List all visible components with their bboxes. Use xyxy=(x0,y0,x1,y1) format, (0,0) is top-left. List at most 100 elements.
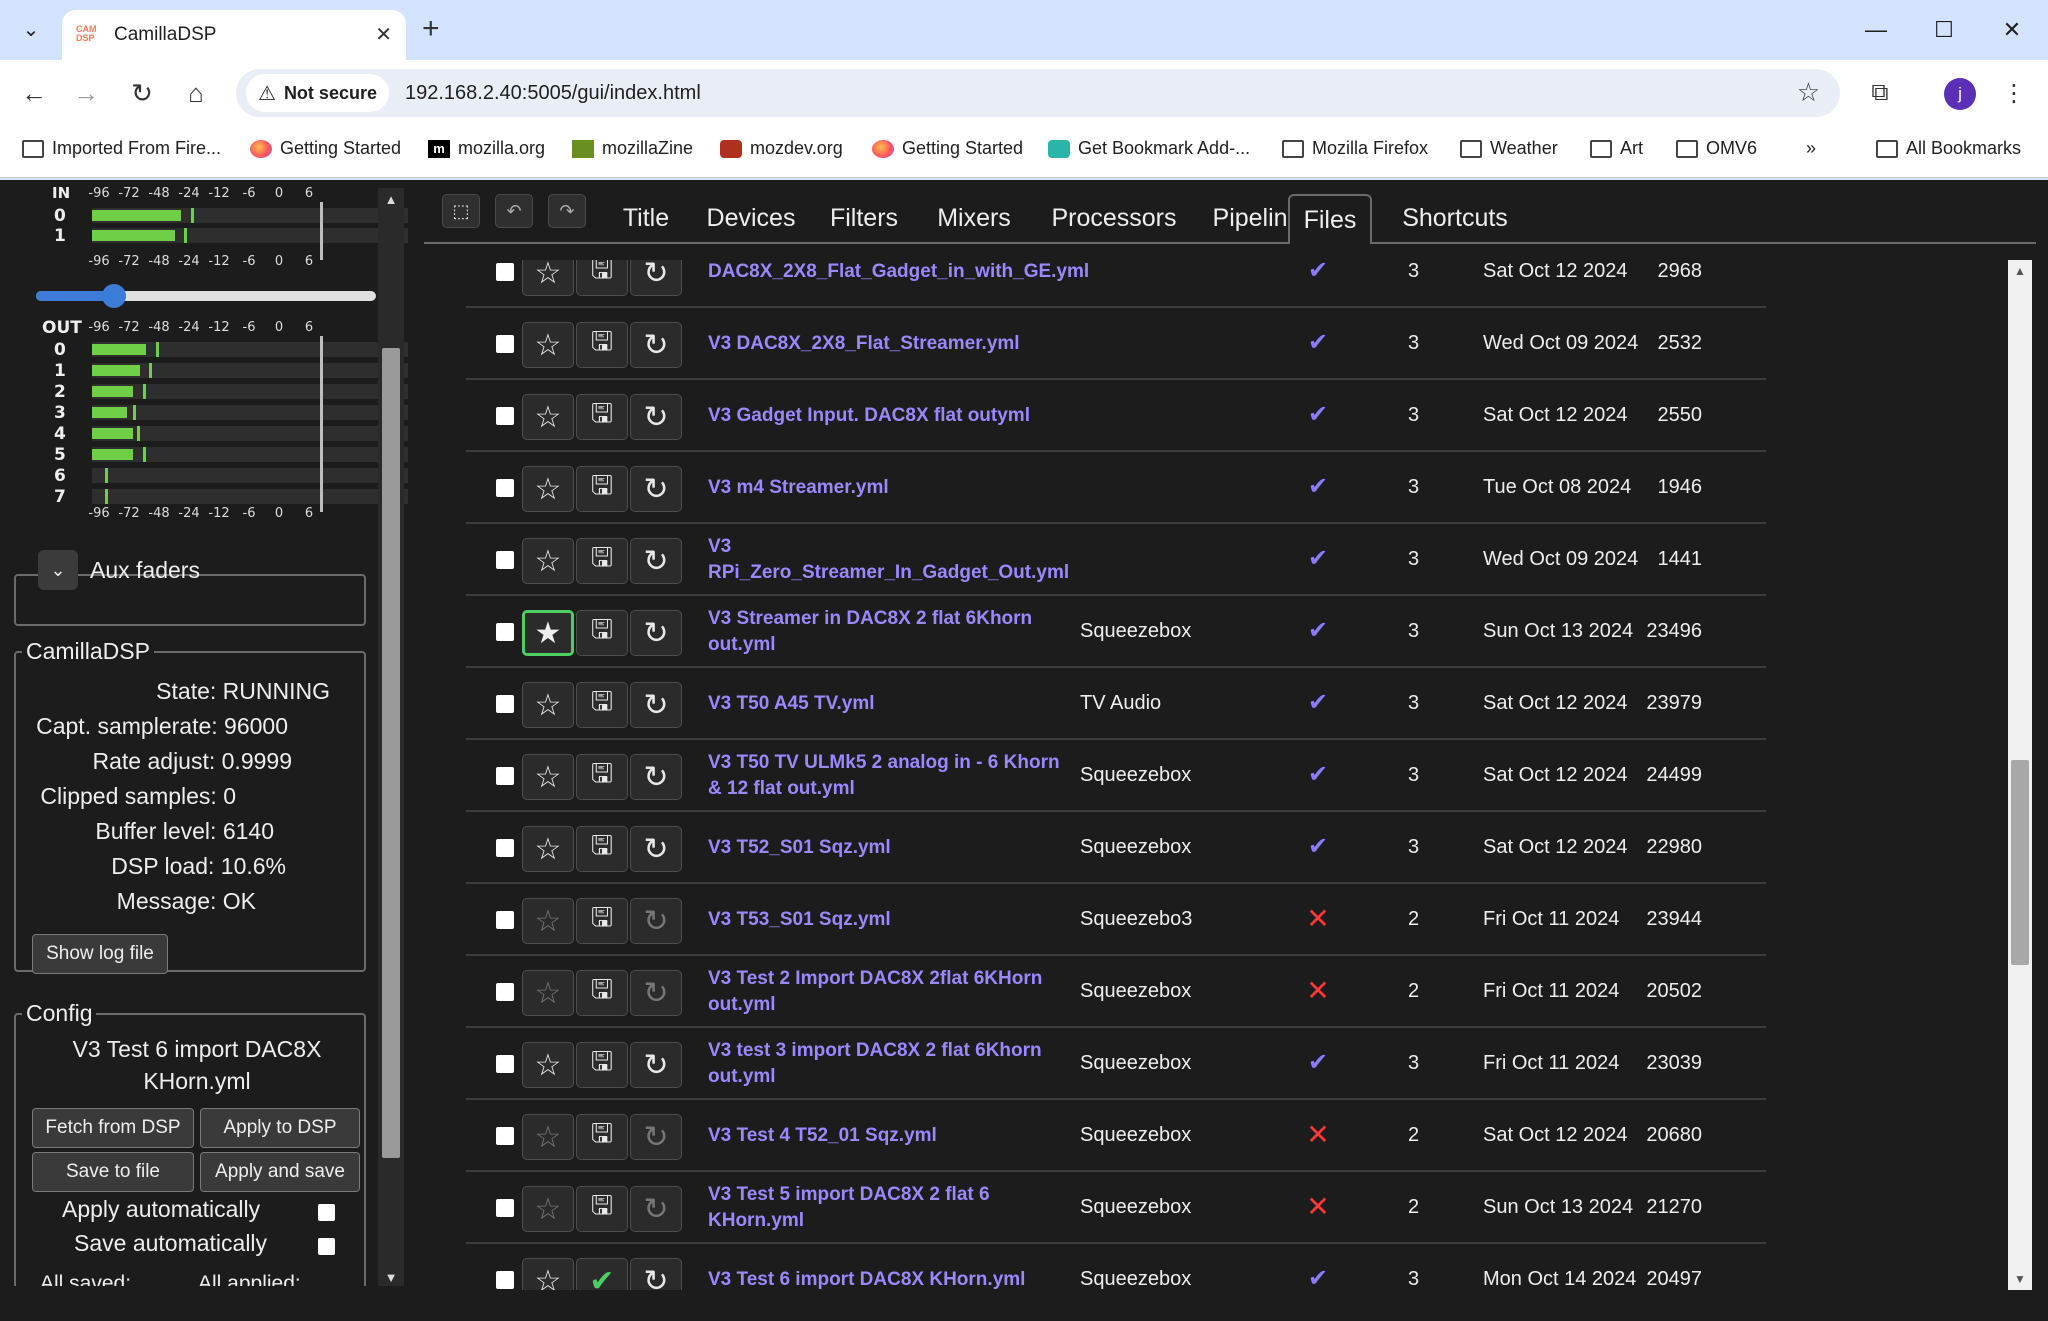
reload-button[interactable]: ↻ xyxy=(122,73,162,113)
address-bar[interactable]: ⚠ Not secure 192.168.2.40:5005/gui/index… xyxy=(236,69,1840,117)
scroll-down-icon[interactable]: ▼ xyxy=(2008,1272,2032,1286)
back-button[interactable]: ← xyxy=(14,73,54,113)
file-select-checkbox[interactable] xyxy=(496,767,514,785)
star-icon[interactable]: ☆ xyxy=(522,826,574,872)
file-name-link[interactable]: V3 Gadget Input. DAC8X flat outyml xyxy=(708,380,1078,452)
scroll-up-icon[interactable]: ▲ xyxy=(378,192,404,207)
bookmark-item[interactable]: Get Bookmark Add-... xyxy=(1048,138,1250,159)
kebab-menu-icon[interactable]: ⋮ xyxy=(1994,73,2034,113)
reload-icon[interactable]: ↻ xyxy=(630,826,682,872)
home-button[interactable]: ⌂ xyxy=(176,73,216,113)
star-icon[interactable]: ★ xyxy=(522,610,574,656)
star-icon[interactable]: ☆ xyxy=(522,754,574,800)
save-icon[interactable]: 🖫 xyxy=(576,1042,628,1088)
save-to-file-button[interactable]: Save to file xyxy=(32,1152,194,1192)
save-icon[interactable]: 🖫 xyxy=(576,754,628,800)
reload-icon[interactable]: ↻ xyxy=(630,322,682,368)
apply-and-save-button[interactable]: Apply and save xyxy=(200,1152,360,1192)
sidebar-scrollbar[interactable]: ▲ ▼ xyxy=(378,188,404,1286)
sidebar-scrollbar-thumb[interactable] xyxy=(382,348,400,1158)
apply-to-dsp-button[interactable]: Apply to DSP xyxy=(200,1108,360,1148)
apply-automatically-checkbox[interactable] xyxy=(318,1204,335,1221)
file-select-checkbox[interactable] xyxy=(496,1055,514,1073)
save-icon[interactable]: 🖫 xyxy=(576,394,628,440)
file-select-checkbox[interactable] xyxy=(496,1127,514,1145)
checkmark-icon[interactable]: ✔ xyxy=(576,1258,628,1290)
file-list-scrollbar-thumb[interactable] xyxy=(2011,760,2029,965)
select-mode-icon[interactable]: ⬚ xyxy=(442,194,480,228)
file-select-checkbox[interactable] xyxy=(496,407,514,425)
star-icon[interactable]: ☆ xyxy=(522,1114,574,1160)
star-icon[interactable]: ☆ xyxy=(522,260,574,296)
file-name-link[interactable]: V3 T50 TV ULMk5 2 analog in - 6 Khorn & … xyxy=(708,740,1078,812)
bookmark-item[interactable]: Mozilla Firefox xyxy=(1282,138,1428,159)
file-name-link[interactable]: V3 Streamer in DAC8X 2 flat 6Khorn out.y… xyxy=(708,596,1078,668)
all-bookmarks-button[interactable]: All Bookmarks xyxy=(1876,138,2021,159)
bookmark-item[interactable]: mozdev.org xyxy=(720,138,843,159)
file-name-link[interactable]: V3 m4 Streamer.yml xyxy=(708,452,1078,524)
bookmark-item[interactable]: Art xyxy=(1590,138,1643,159)
file-name-link[interactable]: V3 test 3 import DAC8X 2 flat 6Khorn out… xyxy=(708,1028,1078,1100)
bookmarks-overflow-button[interactable]: » xyxy=(1806,138,1816,159)
file-name-link[interactable]: V3 Test 6 import DAC8X KHorn.yml xyxy=(708,1244,1078,1290)
reload-icon[interactable]: ↻ xyxy=(630,898,682,944)
tab-devices[interactable]: Devices xyxy=(696,194,806,242)
save-icon[interactable]: 🖫 xyxy=(576,260,628,296)
chevron-down-icon[interactable]: ⌄ xyxy=(38,550,78,590)
save-icon[interactable]: 🖫 xyxy=(576,610,628,656)
save-icon[interactable]: 🖫 xyxy=(576,682,628,728)
tab-title[interactable]: Title xyxy=(604,194,688,242)
save-icon[interactable]: 🖫 xyxy=(576,1186,628,1232)
file-select-checkbox[interactable] xyxy=(496,911,514,929)
file-name-link[interactable]: V3 T53_S01 Sqz.yml xyxy=(708,884,1078,956)
fetch-from-dsp-button[interactable]: Fetch from DSP xyxy=(32,1108,194,1148)
file-select-checkbox[interactable] xyxy=(496,263,514,281)
minimize-button[interactable]: — xyxy=(1846,8,1906,52)
star-icon[interactable]: ☆ xyxy=(522,970,574,1016)
new-tab-button[interactable]: + xyxy=(422,12,440,46)
star-icon[interactable]: ☆ xyxy=(522,1186,574,1232)
profile-avatar[interactable]: j xyxy=(1944,78,1976,110)
tab-shortcuts[interactable]: Shortcuts xyxy=(1380,194,1530,242)
file-select-checkbox[interactable] xyxy=(496,839,514,857)
star-icon[interactable]: ☆ xyxy=(522,898,574,944)
volume-slider-knob[interactable] xyxy=(102,284,126,308)
browser-tab[interactable]: CAM DSP CamillaDSP ✕ xyxy=(62,10,406,60)
close-window-button[interactable]: ✕ xyxy=(1982,8,2042,52)
file-name-link[interactable]: V3 Test 2 Import DAC8X 2flat 6KHorn out.… xyxy=(708,956,1078,1028)
tab-search-button[interactable]: ⌄ xyxy=(10,10,52,48)
star-icon[interactable]: ☆ xyxy=(522,394,574,440)
aux-faders-toggle[interactable]: ⌄ Aux faders xyxy=(38,550,200,590)
bookmark-item[interactable]: mozillaZine xyxy=(572,138,693,159)
star-icon[interactable]: ☆ xyxy=(522,322,574,368)
redo-icon[interactable]: ↷ xyxy=(548,194,586,228)
file-select-checkbox[interactable] xyxy=(496,623,514,641)
reload-icon[interactable]: ↻ xyxy=(630,754,682,800)
tab-filters[interactable]: Filters xyxy=(814,194,914,242)
reload-icon[interactable]: ↻ xyxy=(630,538,682,584)
save-icon[interactable]: 🖫 xyxy=(576,1114,628,1160)
tab-mixers[interactable]: Mixers xyxy=(922,194,1026,242)
reload-icon[interactable]: ↻ xyxy=(630,610,682,656)
save-icon[interactable]: 🖫 xyxy=(576,466,628,512)
file-select-checkbox[interactable] xyxy=(496,551,514,569)
scroll-down-icon[interactable]: ▼ xyxy=(378,1270,404,1285)
reload-icon[interactable]: ↻ xyxy=(630,260,682,296)
save-icon[interactable]: 🖫 xyxy=(576,538,628,584)
security-indicator[interactable]: ⚠ Not secure xyxy=(246,74,389,112)
file-name-link[interactable]: V3 Test 4 T52_01 Sqz.yml xyxy=(708,1100,1078,1172)
file-name-link[interactable]: V3 RPi_Zero_Streamer_In_Gadget_Out.yml xyxy=(708,524,1078,596)
show-log-button[interactable]: Show log file xyxy=(32,934,168,974)
file-name-link[interactable]: V3 T50 A45 TV.yml xyxy=(708,668,1078,740)
file-select-checkbox[interactable] xyxy=(496,695,514,713)
file-name-link[interactable]: DAC8X_2X8_Flat_Gadget_in_with_GE.yml xyxy=(708,260,1089,308)
volume-slider[interactable] xyxy=(36,291,376,301)
file-select-checkbox[interactable] xyxy=(496,983,514,1001)
tab-processors[interactable]: Processors xyxy=(1034,194,1194,242)
reload-icon[interactable]: ↻ xyxy=(630,466,682,512)
file-select-checkbox[interactable] xyxy=(496,1271,514,1289)
extensions-icon[interactable]: ⧉ xyxy=(1860,73,1900,113)
bookmark-item[interactable]: Getting Started xyxy=(872,138,1023,159)
file-name-link[interactable]: V3 DAC8X_2X8_Flat_Streamer.yml xyxy=(708,308,1078,380)
maximize-button[interactable]: ☐ xyxy=(1914,8,1974,52)
